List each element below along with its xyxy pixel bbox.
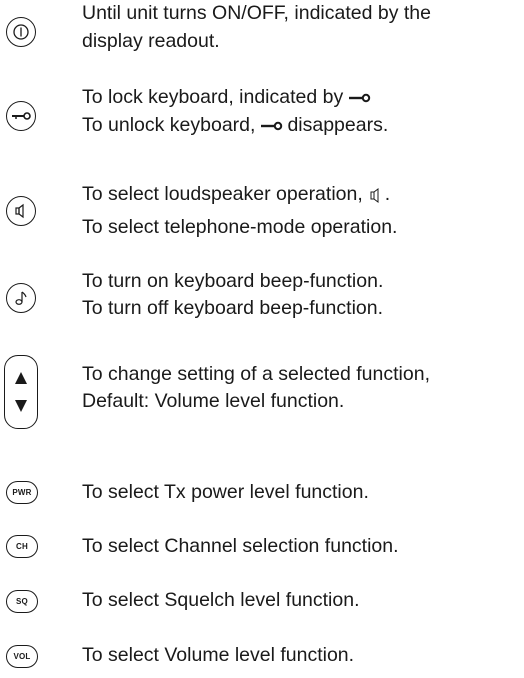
keylock-button[interactable] <box>6 101 36 131</box>
speaker-icon <box>15 203 24 219</box>
speaker-period: . <box>384 183 391 205</box>
keylock-line-1: To lock keyboard, indicated by <box>82 86 375 108</box>
music-note-icon <box>15 291 27 305</box>
ch-button[interactable]: CH <box>6 535 38 558</box>
key-icon <box>12 112 31 120</box>
up-down-button[interactable] <box>4 355 38 429</box>
speaker-line-2: To select telephone-mode operation. <box>82 216 398 238</box>
sq-button[interactable]: SQ <box>6 590 38 613</box>
pwr-button[interactable]: PWR <box>6 481 38 504</box>
power-line-1: Until unit turns ON/OFF, indicated by th… <box>82 2 431 24</box>
speaker-icon <box>370 187 379 203</box>
vol-button[interactable]: VOL <box>6 645 38 668</box>
ch-text: To select Channel selection function. <box>82 535 399 557</box>
pwr-text: To select Tx power level function. <box>82 481 369 503</box>
sq-text: To select Squelch level function. <box>82 589 360 611</box>
up-arrow-icon[interactable] <box>14 371 28 385</box>
beep-button[interactable] <box>6 283 36 313</box>
speaker-button[interactable] <box>6 196 36 226</box>
power-icon <box>13 24 29 40</box>
vol-text: To select Volume level function. <box>82 644 355 666</box>
beep-line-2: To turn off keyboard beep-function. <box>82 297 384 319</box>
keylock-line-2: To unlock keyboard, disappears. <box>82 114 388 136</box>
power-line-2: display readout. <box>82 30 220 52</box>
speaker-line-1: To select loudspeaker operation, . <box>82 183 390 205</box>
keylock-unlock-text: To unlock keyboard, <box>82 114 256 136</box>
key-icon <box>261 121 283 131</box>
key-icon <box>349 93 371 103</box>
keylock-lock-text: To lock keyboard, indicated by <box>82 86 344 108</box>
power-button[interactable] <box>6 17 36 47</box>
updown-line-2: Default: Volume level function. <box>82 390 345 412</box>
speaker-select-text: To select loudspeaker operation, <box>82 183 363 205</box>
down-arrow-icon[interactable] <box>14 399 28 413</box>
beep-line-1: To turn on keyboard beep-function. <box>82 270 384 292</box>
keylock-disappears-text: disappears. <box>287 114 389 136</box>
updown-line-1: To change setting of a selected function… <box>82 363 430 385</box>
